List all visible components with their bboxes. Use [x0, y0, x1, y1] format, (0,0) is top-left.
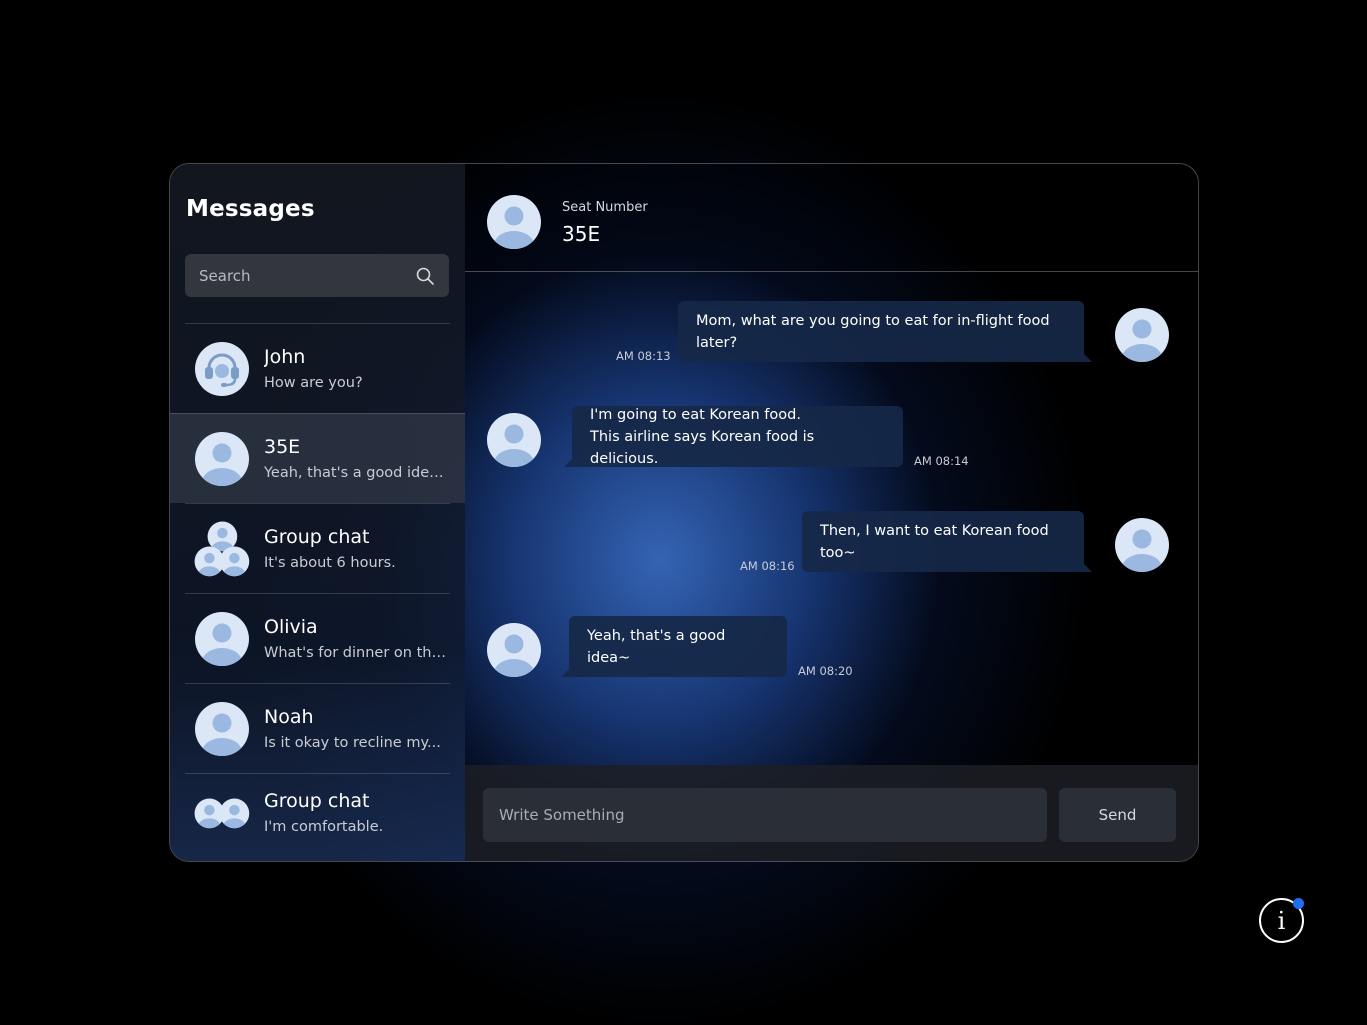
message-time: AM 08:14: [914, 454, 969, 468]
contact-item-group-chat[interactable]: Group chat It's about 6 hours.: [185, 503, 450, 593]
message-input[interactable]: [483, 788, 1047, 842]
info-icon: i: [1277, 906, 1286, 935]
notification-dot: [1293, 898, 1304, 909]
contact-name: Group chat: [264, 790, 370, 812]
message-text: I'm going to eat Korean food.: [590, 406, 801, 423]
contact-item-olivia[interactable]: Olivia What's for dinner on this...: [185, 593, 450, 683]
person-avatar-icon: [194, 611, 250, 667]
message-bubble: Yeah, that's a good idea~: [561, 616, 787, 677]
send-button[interactable]: Send: [1059, 788, 1176, 842]
search-icon[interactable]: [415, 266, 435, 286]
pair-avatar-icon: [194, 785, 250, 841]
contact-name: John: [264, 346, 306, 368]
contact-preview: What's for dinner on this...: [264, 645, 449, 661]
message-time: AM 08:13: [616, 349, 671, 363]
chat-panel: Seat Number 35E Mom, what are you going …: [465, 164, 1198, 861]
person-avatar-icon: [486, 194, 542, 250]
headset-avatar-icon: [194, 341, 250, 397]
person-avatar-icon: [486, 412, 542, 468]
search-input[interactable]: [199, 266, 415, 285]
message-bubble: Then, I want to eat Korean food too~: [802, 511, 1092, 572]
messenger-window: Messages John How are you? 35E Yeah, th: [169, 163, 1199, 862]
contact-name: Olivia: [264, 616, 318, 638]
message-time: AM 08:20: [798, 664, 853, 678]
chat-header: Seat Number 35E: [465, 164, 1198, 272]
search-box[interactable]: [185, 254, 449, 297]
person-avatar-icon: [194, 431, 250, 487]
contact-name: 35E: [264, 436, 301, 458]
chat-header-title: 35E: [562, 222, 601, 246]
contact-name: Noah: [264, 706, 314, 728]
contact-preview: It's about 6 hours.: [264, 555, 396, 571]
contact-list: John How are you? 35E Yeah, that's a goo…: [170, 323, 465, 851]
contact-preview: I'm comfortable.: [264, 819, 384, 835]
contact-item-group-chat-2[interactable]: Group chat I'm comfortable.: [185, 773, 450, 851]
message-bubble: Mom, what are you going to eat for in-fl…: [678, 301, 1092, 362]
contact-name: Group chat: [264, 526, 370, 548]
chat-header-label: Seat Number: [562, 200, 648, 215]
person-avatar-icon: [1114, 517, 1170, 573]
sidebar: Messages John How are you? 35E Yeah, th: [170, 164, 465, 861]
contact-preview: Yeah, that's a good idea~: [264, 465, 449, 481]
message-text: This airline says Korean food is delicio…: [590, 428, 815, 467]
contact-item-noah[interactable]: Noah Is it okay to recline my...: [185, 683, 450, 773]
contact-item-john[interactable]: John How are you?: [185, 323, 450, 413]
sidebar-title: Messages: [186, 196, 315, 222]
message-text: Then, I want to eat Korean food too~: [820, 522, 1049, 561]
message-bubble: I'm going to eat Korean food. This airli…: [564, 406, 903, 467]
contact-preview: How are you?: [264, 375, 363, 391]
message-time: AM 08:16: [740, 559, 795, 573]
contact-preview: Is it okay to recline my...: [264, 735, 441, 751]
composer: Send: [465, 765, 1198, 861]
info-button[interactable]: i: [1259, 898, 1304, 943]
person-avatar-icon: [486, 622, 542, 678]
contact-item-35e[interactable]: 35E Yeah, that's a good idea~: [170, 413, 465, 503]
person-avatar-icon: [194, 701, 250, 757]
message-text: Mom, what are you going to eat for in-fl…: [696, 312, 1050, 351]
message-text: Yeah, that's a good idea~: [587, 627, 726, 666]
group-avatar-icon: [194, 521, 250, 577]
person-avatar-icon: [1114, 307, 1170, 363]
